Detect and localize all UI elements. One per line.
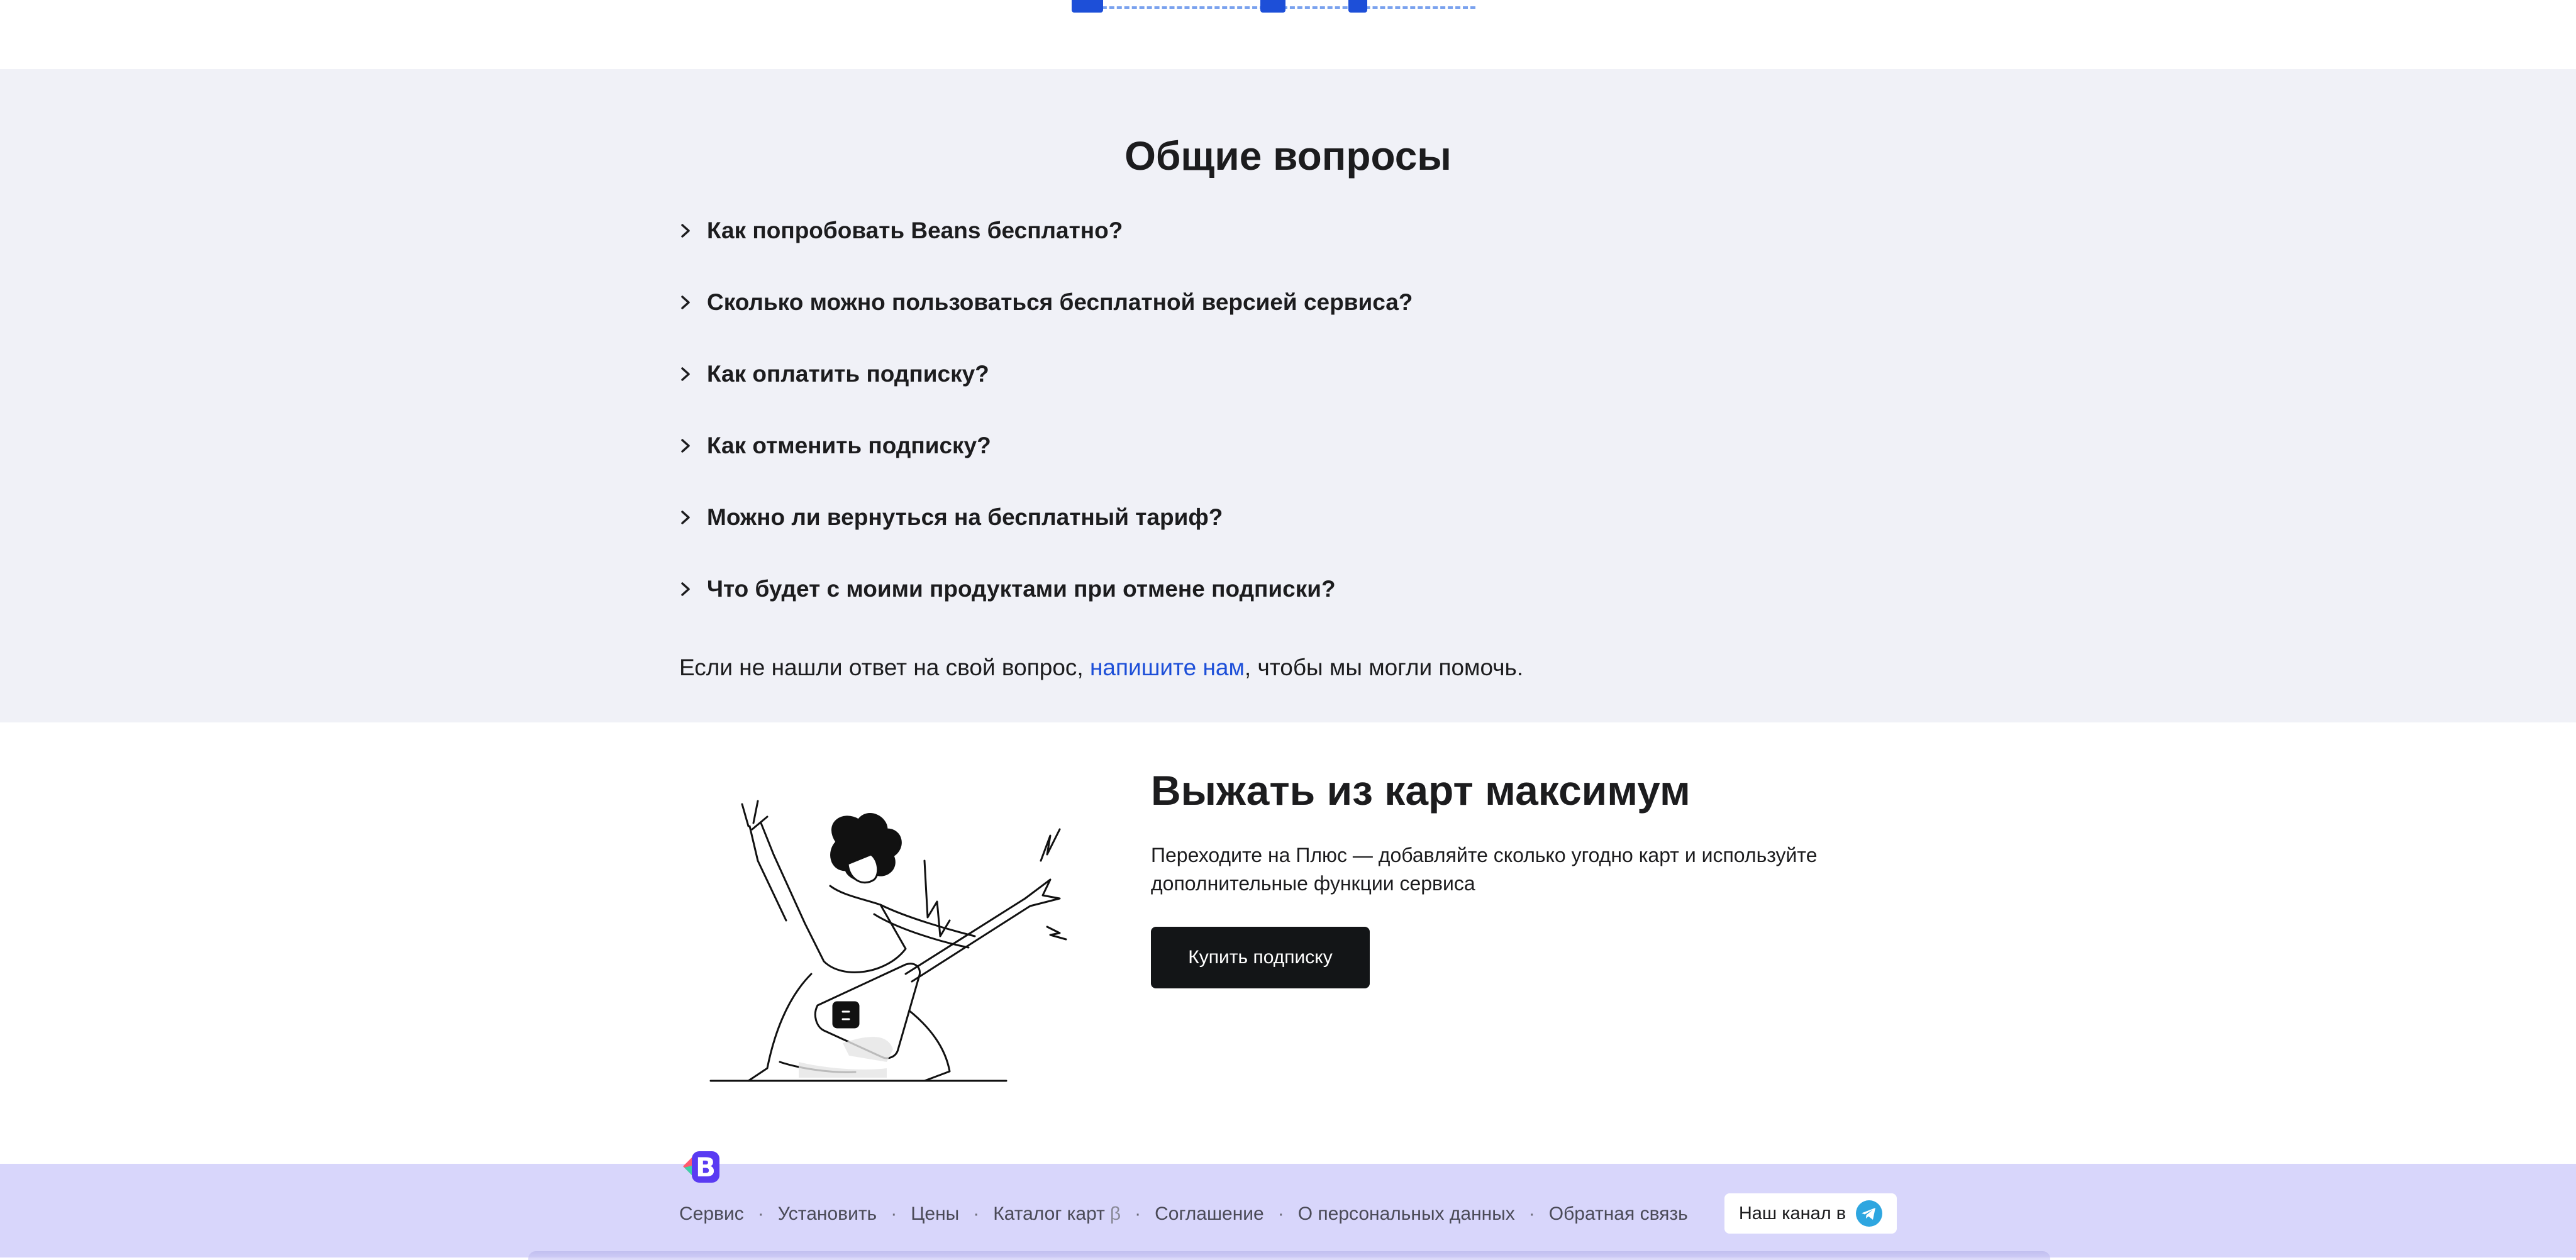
footer-link-prices[interactable]: Цены: [911, 1203, 959, 1225]
chevron-right-icon: [679, 427, 707, 465]
faq-question: Что будет с моими продуктами при отмене …: [707, 576, 1336, 602]
faq-question: Можно ли вернуться на бесплатный тариф?: [707, 504, 1223, 530]
telegram-icon: [1856, 1200, 1883, 1227]
faq-question: Сколько можно пользоваться бесплатной ве…: [707, 289, 1413, 315]
telegram-channel-label: Наш канал в: [1738, 1203, 1846, 1224]
footer-link-catalog[interactable]: Каталог карт β: [993, 1203, 1121, 1225]
top-strip: [0, 0, 2576, 69]
faq-item-cancel[interactable]: Как отменить подписку?: [679, 410, 1874, 482]
bottom-panel-edge: [528, 1251, 2050, 1260]
chevron-right-icon: [679, 284, 707, 321]
beans-logo[interactable]: B: [678, 1146, 722, 1186]
footer-link-install[interactable]: Установить: [778, 1203, 877, 1225]
telegram-channel-button[interactable]: Наш канал в: [1724, 1193, 1897, 1234]
promo-section: Выжать из карт максимум Переходите на Пл…: [0, 722, 2576, 1164]
faq-question: Как оплатить подписку?: [707, 361, 989, 387]
faq-contact-note: Если не нашли ответ на свой вопрос, напи…: [679, 652, 1523, 683]
separator-dot: ·: [1135, 1203, 1141, 1224]
link-fragment: [1260, 0, 1285, 13]
separator-dot: ·: [973, 1203, 980, 1224]
promo-title: Выжать из карт максимум: [1151, 767, 1690, 814]
separator-dot: ·: [891, 1203, 897, 1224]
faq-item-try-free[interactable]: Как попробовать Beans бесплатно?: [679, 195, 1874, 267]
footer-nav: Сервис · Установить · Цены · Каталог кар…: [679, 1203, 1688, 1225]
faq-title: Общие вопросы: [1124, 133, 1452, 179]
faq-section: Общие вопросы Как попробовать Beans бесп…: [0, 69, 2576, 722]
top-link[interactable]: [1072, 0, 1475, 13]
footer-link-service[interactable]: Сервис: [679, 1203, 744, 1225]
promo-description: Переходите на Плюс — добавляйте сколько …: [1151, 844, 1818, 895]
buy-subscription-button[interactable]: Купить подписку: [1151, 927, 1370, 988]
link-fragment: [1348, 0, 1367, 13]
faq-item-products-on-cancel[interactable]: Что будет с моими продуктами при отмене …: [679, 553, 1874, 625]
guitarist-illustration: [698, 785, 1075, 1100]
faq-item-return-free[interactable]: Можно ли вернуться на бесплатный тариф?: [679, 482, 1874, 553]
footer-link-personal-data[interactable]: О персональных данных: [1298, 1203, 1515, 1225]
separator-dot: ·: [1528, 1203, 1535, 1224]
beta-badge: β: [1109, 1203, 1121, 1224]
chevron-right-icon: [679, 499, 707, 536]
faq-question: Как отменить подписку?: [707, 433, 991, 458]
logo-letter: B: [696, 1152, 716, 1183]
faq-item-pay[interactable]: Как оплатить подписку?: [679, 338, 1874, 410]
footer-link-agreement[interactable]: Соглашение: [1155, 1203, 1264, 1225]
link-fragment: [1072, 0, 1103, 13]
chevron-right-icon: [679, 212, 707, 250]
separator-dot: ·: [1277, 1203, 1284, 1224]
footer: B Сервис · Установить · Цены · Каталог к…: [0, 1151, 2576, 1260]
faq-question: Как попробовать Beans бесплатно?: [707, 218, 1123, 243]
catalog-label: Каталог карт: [993, 1203, 1105, 1224]
chevron-right-icon: [679, 355, 707, 393]
chevron-right-icon: [679, 570, 707, 608]
faq-list: Как попробовать Beans бесплатно? Сколько…: [679, 195, 1874, 625]
faq-item-free-duration[interactable]: Сколько можно пользоваться бесплатной ве…: [679, 267, 1874, 338]
footer-link-feedback[interactable]: Обратная связь: [1549, 1203, 1688, 1225]
separator-dot: ·: [757, 1203, 764, 1224]
faq-note-before: Если не нашли ответ на свой вопрос,: [679, 655, 1090, 680]
contact-us-link[interactable]: напишите нам: [1090, 655, 1245, 680]
faq-note-after: , чтобы мы могли помочь.: [1244, 655, 1524, 680]
